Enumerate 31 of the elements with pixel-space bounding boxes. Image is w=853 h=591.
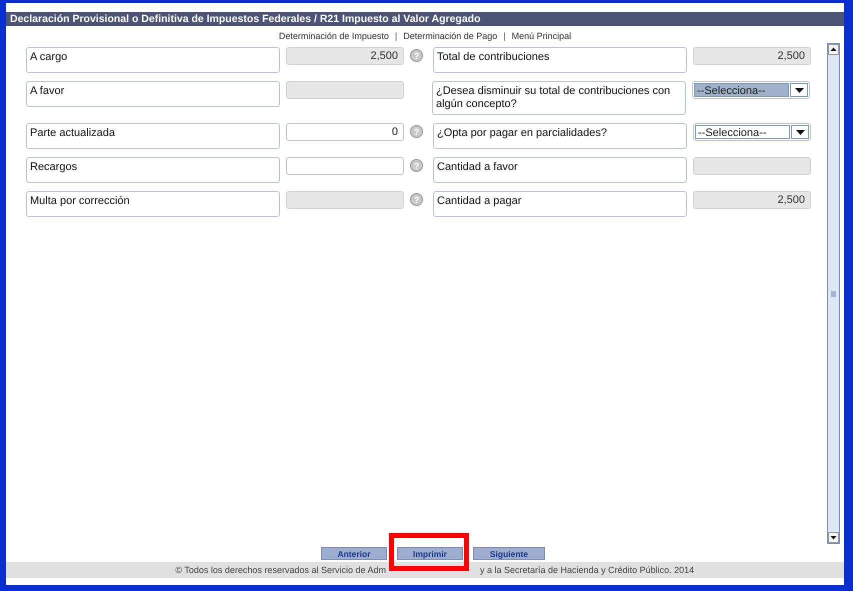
field-label: Cantidad a favor — [433, 157, 687, 183]
dropdown-arrow-icon — [794, 88, 804, 92]
dropdown-arrow-icon — [796, 130, 804, 134]
field-label: Parte actualizada — [26, 123, 280, 149]
field-label: A cargo — [26, 47, 280, 73]
nav-separator: | — [394, 31, 398, 41]
nav-link[interactable]: Determinación de Pago — [403, 31, 498, 41]
field-label: ¿Desea disminuir su total de contribuciones con algún concepto? — [432, 81, 686, 115]
nav-button[interactable]: Anterior — [321, 547, 387, 560]
scroll-grip-icon[interactable] — [828, 290, 839, 296]
nav-button[interactable]: Siguiente — [473, 547, 545, 560]
field-label: Total de contribuciones — [433, 47, 687, 73]
nav-link[interactable]: Determinación de Impuesto — [278, 31, 389, 41]
field-label: Recargos — [26, 157, 280, 183]
select-dropdown[interactable]: --Selecciona-- — [693, 123, 811, 141]
nav-link[interactable]: Menú Principal — [512, 31, 572, 41]
nav-separator: | — [503, 31, 506, 41]
amount-field[interactable]: 0 — [286, 123, 404, 141]
field-label: Cantidad a pagar — [433, 191, 687, 217]
footer-text: © Todos los derechos reservados al Servicio de Adm — [175, 564, 386, 577]
select-dropdown[interactable]: --Selecciona-- — [692, 81, 810, 99]
scroll-up-icon[interactable] — [828, 44, 839, 55]
scroll-down-icon[interactable] — [828, 532, 839, 543]
field-label: ¿Opta por pagar en parcialidades? — [433, 123, 687, 149]
scrollbar[interactable] — [827, 43, 840, 544]
nav-button[interactable]: Imprimir — [397, 547, 463, 560]
footer-text: y a la Secretaría de Hacienda y Crédito Público. 2014 — [480, 564, 694, 577]
amount-field[interactable] — [286, 157, 404, 175]
field-label: Multa por corrección — [26, 191, 280, 217]
field-label: A favor — [26, 81, 280, 107]
window-title: Declaración Provisional o Definitiva de Impuestos Federales / R21 Impuesto al Valor Agregado — [6, 12, 844, 26]
